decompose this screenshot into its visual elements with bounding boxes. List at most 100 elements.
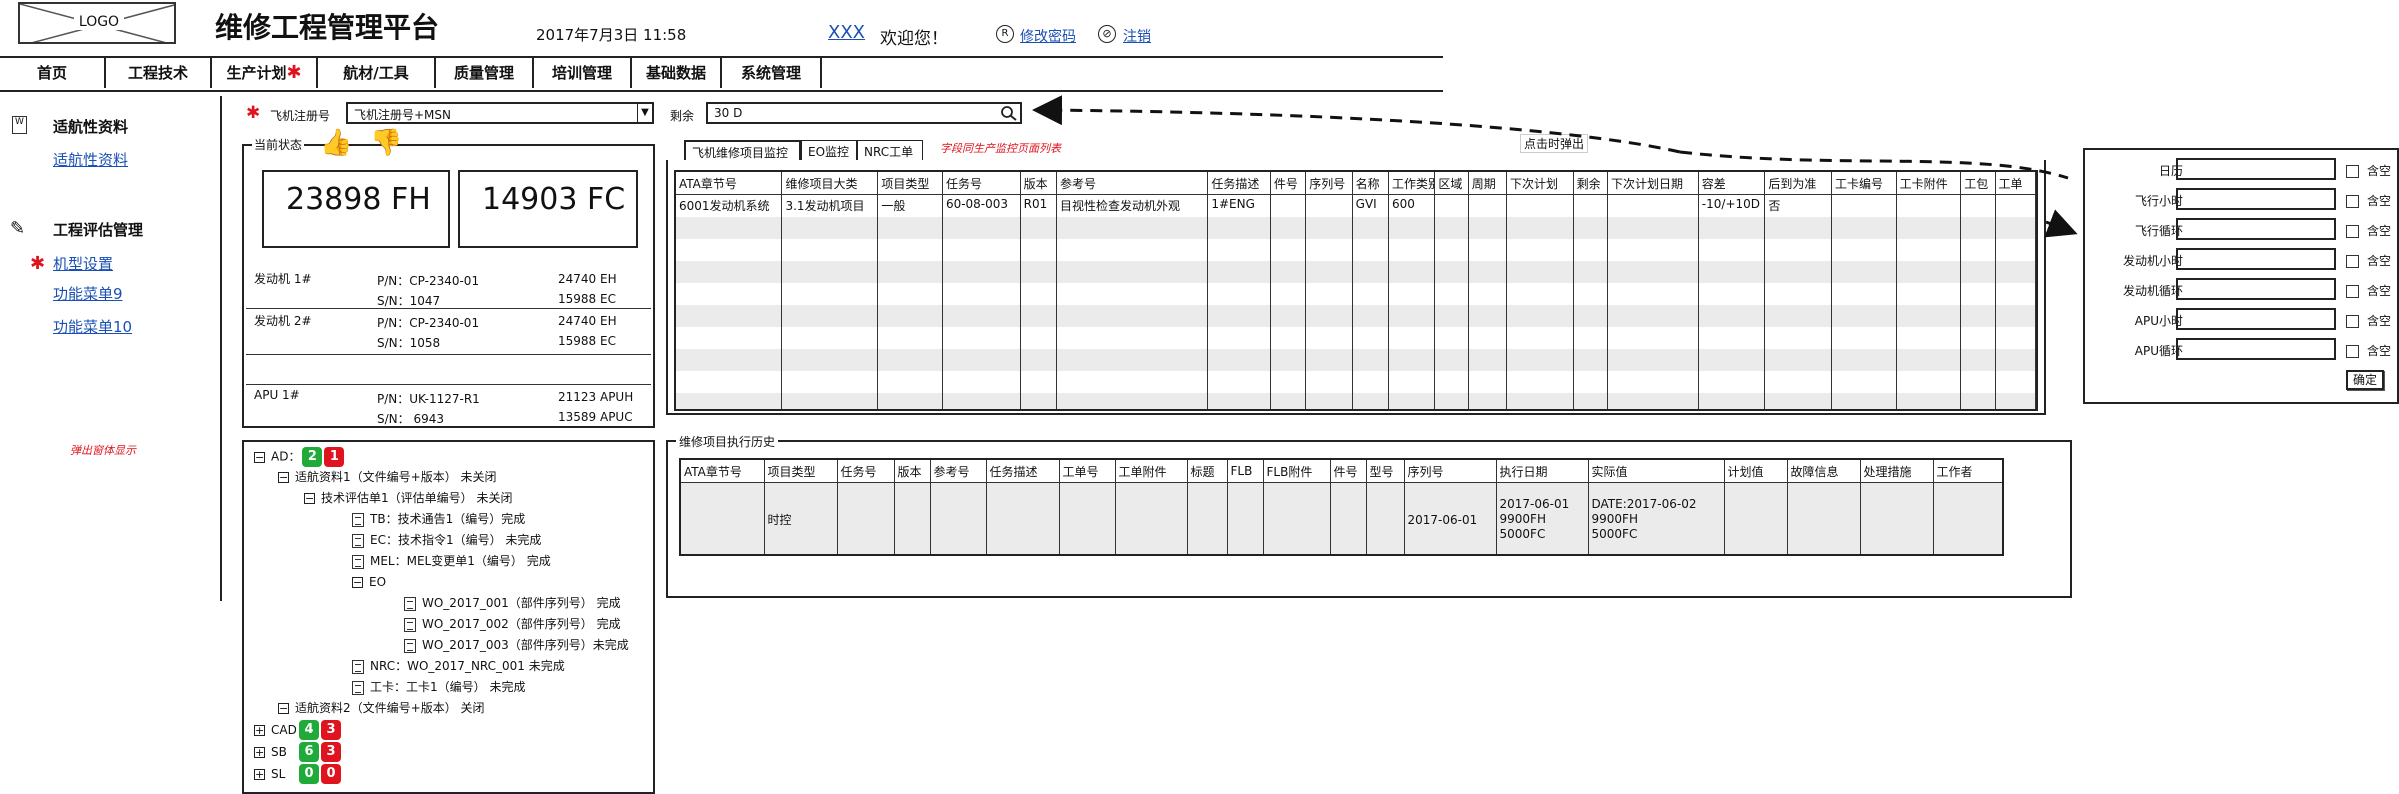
empty-table-row[interactable]: [676, 349, 2036, 371]
column-header[interactable]: ATA章节号: [676, 172, 783, 195]
sidebar-link-model-settings[interactable]: 机型设置: [53, 253, 113, 274]
tab-nrc[interactable]: NRC工单: [857, 140, 923, 162]
column-header[interactable]: 后到为准: [1764, 172, 1833, 195]
tree-item[interactable]: NRC：WO_2017_NRC_001 未完成: [352, 657, 565, 675]
column-header[interactable]: 任务描述: [1207, 172, 1271, 195]
menu-production[interactable]: 生产计划✱: [212, 58, 318, 88]
include-empty-checkbox[interactable]: 含空: [2346, 252, 2391, 269]
include-empty-checkbox[interactable]: 含空: [2346, 162, 2391, 179]
empty-table-row[interactable]: [676, 283, 2036, 305]
tree-item[interactable]: 工卡：工卡1（编号） 未完成: [352, 678, 525, 696]
sidebar-link-menu9[interactable]: 功能菜单9: [53, 283, 123, 304]
form-field-input[interactable]: [2176, 188, 2336, 210]
column-header[interactable]: 下次计划: [1506, 172, 1574, 195]
tree-item[interactable]: MEL：MEL变更单1（编号） 完成: [352, 552, 551, 570]
menu-materials[interactable]: 航材/工具: [318, 58, 436, 88]
column-header[interactable]: 剩余: [1573, 172, 1608, 195]
column-header[interactable]: 工作类别: [1388, 172, 1436, 195]
menu-training[interactable]: 培训管理: [534, 58, 632, 88]
column-header[interactable]: 项目类型: [877, 172, 943, 195]
tree-group-sb[interactable]: + SB 6 3: [254, 742, 341, 762]
column-header[interactable]: 项目类型: [764, 460, 838, 483]
change-password-link[interactable]: 修改密码: [1020, 26, 1076, 46]
empty-table-row[interactable]: [676, 327, 2036, 349]
tree-item[interactable]: − 适航资料2（文件编号+版本） 关闭: [278, 699, 485, 717]
remain-input[interactable]: 30 D: [706, 102, 1022, 124]
tab-eo-monitor[interactable]: EO监控: [801, 140, 857, 162]
column-header[interactable]: FLB: [1227, 460, 1264, 483]
include-empty-checkbox[interactable]: 含空: [2346, 192, 2391, 209]
sidebar-link-airworthiness[interactable]: 适航性资料: [53, 149, 128, 170]
tree-item[interactable]: WO_2017_002（部件序列号） 完成: [404, 615, 621, 633]
column-header[interactable]: 周期: [1468, 172, 1508, 195]
column-header[interactable]: 下次计划日期: [1607, 172, 1699, 195]
column-header[interactable]: 参考号: [930, 460, 987, 483]
checkbox-icon[interactable]: [2346, 315, 2359, 328]
include-empty-checkbox[interactable]: 含空: [2346, 282, 2391, 299]
form-field-input[interactable]: [2176, 338, 2336, 360]
form-field-input[interactable]: [2176, 308, 2336, 330]
empty-table-row[interactable]: [676, 217, 2036, 239]
tree-group-cad[interactable]: + CAD 4 3: [254, 720, 341, 740]
column-header[interactable]: 版本: [1020, 172, 1057, 195]
tab-maintenance-monitor[interactable]: 飞机维修项目监控: [684, 140, 801, 162]
empty-table-row[interactable]: [676, 239, 2036, 261]
checkbox-icon[interactable]: [2346, 225, 2359, 238]
collapse-icon[interactable]: −: [278, 703, 289, 714]
column-header[interactable]: 序列号: [1404, 460, 1497, 483]
column-header[interactable]: 工单: [1995, 172, 2036, 195]
sidebar-link-menu10[interactable]: 功能菜单10: [53, 316, 132, 337]
expand-icon[interactable]: +: [254, 724, 265, 736]
menu-basedata[interactable]: 基础数据: [632, 58, 722, 88]
column-header[interactable]: 处理措施: [1860, 460, 1934, 483]
menu-system[interactable]: 系统管理: [722, 58, 822, 88]
tree-ad-node[interactable]: − AD： 2 1: [254, 447, 345, 467]
column-header[interactable]: 工卡附件: [1896, 172, 1962, 195]
tree-item[interactable]: WO_2017_003（部件序列号）未完成: [404, 636, 629, 654]
column-header[interactable]: 容差: [1698, 172, 1766, 195]
table-row[interactable]: 6001发动机系统 3.1发动机项目 一般 60-08-003 R01 目视性检查发动机外…: [676, 194, 2036, 217]
tree-item[interactable]: − EO: [352, 573, 386, 591]
column-header[interactable]: 型号: [1366, 460, 1405, 483]
search-icon[interactable]: [1000, 105, 1018, 121]
column-header[interactable]: 工作者: [1933, 460, 2002, 483]
collapse-icon[interactable]: −: [278, 472, 289, 483]
collapse-icon[interactable]: −: [352, 577, 363, 588]
tree-item[interactable]: WO_2017_001（部件序列号） 完成: [404, 594, 621, 612]
column-header[interactable]: 标题: [1187, 460, 1228, 483]
column-header[interactable]: 件号: [1330, 460, 1367, 483]
tree-item[interactable]: EC：技术指令1（编号） 未完成: [352, 531, 541, 549]
form-field-input[interactable]: [2176, 278, 2336, 300]
tree-group-sl[interactable]: + SL 0 0: [254, 764, 341, 784]
form-field-input[interactable]: [2176, 218, 2336, 240]
menu-engineering[interactable]: 工程技术: [106, 58, 212, 88]
column-header[interactable]: 版本: [894, 460, 931, 483]
column-header[interactable]: ATA章节号: [681, 460, 765, 483]
thumbs-up-icon[interactable]: 👍: [320, 128, 352, 158]
collapse-icon[interactable]: −: [254, 451, 265, 463]
checkbox-icon[interactable]: [2346, 165, 2359, 178]
thumbs-down-icon[interactable]: 👎: [370, 128, 402, 158]
column-header[interactable]: 区域: [1434, 172, 1469, 195]
column-header[interactable]: 件号: [1270, 172, 1307, 195]
table-row[interactable]: 时控 2017-06-01 2017-06-01 9900FH 5000FC DAT…: [681, 482, 2002, 554]
checkbox-icon[interactable]: [2346, 255, 2359, 268]
include-empty-checkbox[interactable]: 含空: [2346, 342, 2391, 359]
column-header[interactable]: 执行日期: [1496, 460, 1589, 483]
expand-icon[interactable]: +: [254, 746, 265, 758]
column-header[interactable]: 参考号: [1056, 172, 1209, 195]
tree-item[interactable]: − 技术评估单1（评估单编号） 未关闭: [304, 489, 512, 507]
column-header[interactable]: 计划值: [1724, 460, 1788, 483]
checkbox-icon[interactable]: [2346, 285, 2359, 298]
column-header[interactable]: 故障信息: [1787, 460, 1861, 483]
form-field-input[interactable]: [2176, 158, 2336, 180]
checkbox-icon[interactable]: [2346, 345, 2359, 358]
collapse-icon[interactable]: −: [304, 493, 315, 504]
column-header[interactable]: 任务描述: [986, 460, 1060, 483]
menu-quality[interactable]: 质量管理: [436, 58, 534, 88]
column-header[interactable]: 维修项目大类: [781, 172, 879, 195]
tree-item[interactable]: − 适航资料1（文件编号+版本） 未关闭: [278, 468, 497, 486]
column-header[interactable]: 工单号: [1059, 460, 1116, 483]
empty-table-row[interactable]: [676, 261, 2036, 283]
column-header[interactable]: 任务号: [837, 460, 895, 483]
